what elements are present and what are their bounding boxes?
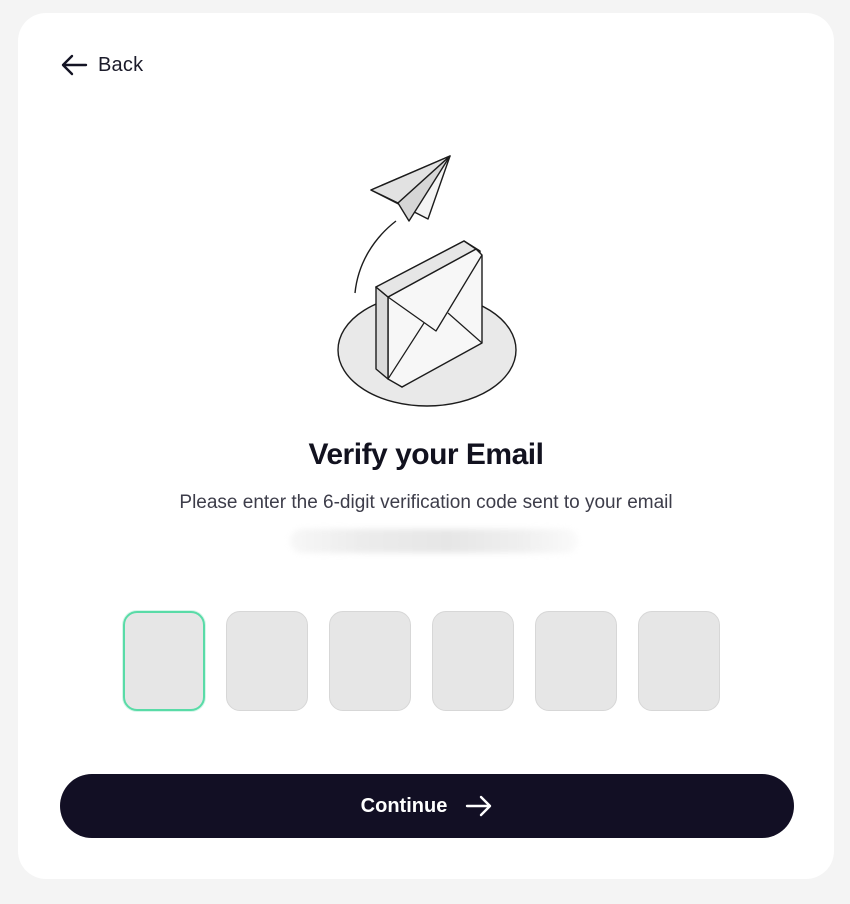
code-digit-1[interactable] [123,611,205,711]
arrow-left-icon [61,54,88,76]
continue-label: Continue [360,794,448,817]
code-digit-5[interactable] [535,611,617,711]
verification-code-inputs [123,611,720,711]
continue-button[interactable]: Continue [60,774,794,838]
back-button[interactable]: Back [60,53,143,77]
code-digit-2[interactable] [226,611,308,711]
code-digit-4[interactable] [432,611,514,711]
code-digit-3[interactable] [329,611,411,711]
code-digit-6[interactable] [638,611,720,711]
instructions-text: Please enter the 6-digit verification co… [179,492,673,513]
arrow-right-icon [466,795,492,817]
verification-card: Back Verify your Email Please enter the … [18,13,834,879]
envelope-illustration [337,155,517,407]
paper-plane-icon [370,155,451,222]
page-title: Verify your Email [308,438,544,471]
back-label: Back [98,53,144,76]
redacted-email [290,529,578,553]
